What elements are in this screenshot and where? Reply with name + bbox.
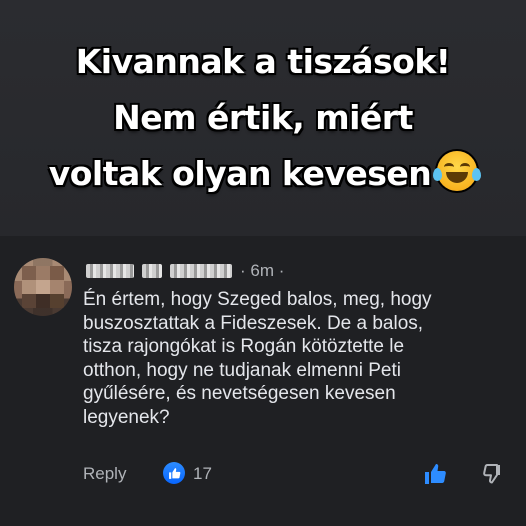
- thumb-down-icon[interactable]: [481, 462, 505, 491]
- comment-timestamp[interactable]: · 6m ·: [240, 261, 284, 281]
- avatar[interactable]: [14, 258, 72, 316]
- comment-text-line: legyenek?: [83, 406, 170, 428]
- face-with-tears-of-joy-icon: [433, 151, 482, 191]
- comment-text-line: buszosztattak a Fideszesek. De a balos,: [83, 312, 424, 334]
- headline-banner: Kivannak a tiszások! Nem értik, miért vo…: [0, 0, 526, 236]
- comment-text-line: Én értem, hogy Szeged balos, meg, hogy: [83, 289, 432, 310]
- headline-line-3-text: voltak olyan kevesen: [48, 154, 432, 193]
- comment-text: Én értem, hogy Szeged balos, meg, hogy b…: [83, 288, 513, 429]
- author-name-redacted[interactable]: [142, 264, 162, 278]
- comment: · 6m · Én értem, hogy Szeged balos, meg,…: [0, 236, 526, 526]
- like-reaction-icon[interactable]: [163, 462, 185, 484]
- comment-text-line: otthon, hogy ne tudjanak elmenni Peti: [83, 359, 401, 381]
- comment-text-line: tisza rajongókat is Rogán kötöztette le: [83, 336, 405, 357]
- author-name-redacted[interactable]: [86, 264, 134, 278]
- author-name-redacted[interactable]: [170, 264, 232, 278]
- comment-actions: Reply 17: [83, 462, 513, 488]
- headline-line-2: Nem értik, miért: [113, 98, 413, 137]
- comment-text-line: gyűlésére, és nevetségesen kevesen: [83, 383, 396, 404]
- thumb-up-icon[interactable]: [423, 462, 447, 491]
- like-count[interactable]: 17: [193, 464, 212, 484]
- comment-author-row: · 6m ·: [86, 260, 284, 282]
- headline-line-3: voltak olyan kevesen: [48, 146, 482, 202]
- headline-line-1: Kivannak a tiszások!: [75, 42, 451, 81]
- reply-button[interactable]: Reply: [83, 464, 126, 484]
